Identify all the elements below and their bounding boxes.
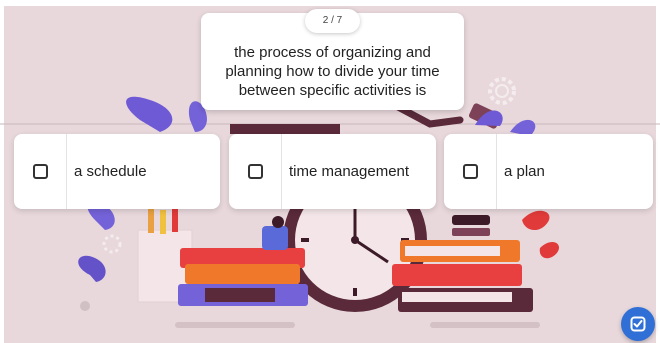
option-checkbox[interactable] [14, 134, 67, 209]
gear-icon [488, 77, 516, 105]
submit-button[interactable] [621, 307, 655, 341]
answer-option-a-schedule[interactable]: a schedule [14, 134, 220, 209]
option-label: a plan [504, 163, 545, 180]
question-text: the process of organizing and planning h… [225, 44, 440, 99]
checkbox-icon [462, 164, 478, 179]
check-square-icon [630, 316, 646, 332]
answer-option-time-management[interactable]: time management [229, 134, 436, 209]
option-label: a schedule [74, 163, 147, 180]
checkbox-icon [247, 164, 263, 179]
quiz-stage: 2 / 7 the process of organizing and plan… [0, 0, 660, 343]
question-card: 2 / 7 the process of organizing and plan… [201, 9, 464, 110]
answer-option-a-plan[interactable]: a plan [444, 134, 653, 209]
option-checkbox[interactable] [444, 134, 497, 209]
checkbox-icon [32, 164, 48, 179]
option-label: time management [289, 163, 410, 180]
option-checkbox[interactable] [229, 134, 282, 209]
question-counter: 2 / 7 [305, 9, 360, 33]
gear-icon [102, 234, 122, 254]
